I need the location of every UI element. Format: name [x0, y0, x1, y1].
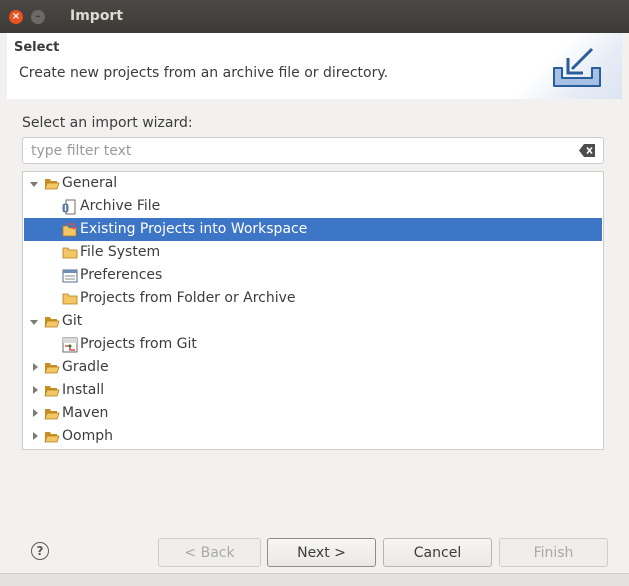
tree-item-file-system[interactable]: File System	[24, 241, 602, 264]
import-banner-icon	[553, 47, 601, 87]
archive-file-icon	[62, 199, 76, 215]
tree-item-git[interactable]: Git	[24, 310, 602, 333]
tree-item-install[interactable]: Install	[24, 379, 602, 402]
folder-open-icon	[44, 386, 60, 397]
tree-item-projects-from-folder[interactable]: Projects from Folder or Archive	[24, 287, 602, 310]
window-minimize-button[interactable]: –	[31, 10, 45, 24]
folder-open-icon	[44, 179, 60, 190]
tree-item-projects-from-git[interactable]: Projects from Git	[24, 333, 602, 356]
tree-item-label: General	[62, 175, 118, 191]
tree-item-label: Oomph	[62, 428, 113, 444]
expanded-arrow-icon[interactable]	[29, 179, 39, 189]
tree-item-label: Projects from Folder or Archive	[80, 290, 296, 306]
cancel-button[interactable]: Cancel	[383, 538, 492, 567]
folder-open-icon	[44, 317, 60, 328]
collapsed-arrow-icon[interactable]	[30, 431, 40, 441]
tree-item-archive-file[interactable]: Archive File	[24, 195, 602, 218]
tree-item-preferences[interactable]: Preferences	[24, 264, 602, 287]
finish-button[interactable]: Finish	[499, 538, 608, 567]
wizard-label: Select an import wizard:	[22, 115, 193, 131]
tree-item-gradle[interactable]: Gradle	[24, 356, 602, 379]
minimize-icon: –	[35, 11, 41, 22]
folder-open-icon	[44, 409, 60, 420]
folder-open-icon	[44, 363, 60, 374]
collapsed-arrow-icon[interactable]	[30, 408, 40, 418]
background-window-strip	[0, 573, 629, 586]
clear-filter-icon[interactable]	[579, 144, 595, 157]
close-icon: ×	[11, 11, 21, 22]
window-close-button[interactable]: ×	[9, 10, 23, 24]
header-description: Create new projects from an archive file…	[19, 65, 389, 81]
back-button[interactable]: < Back	[158, 538, 261, 567]
expanded-arrow-icon[interactable]	[29, 317, 39, 327]
header-title: Select	[14, 40, 60, 55]
tree-item-maven[interactable]: Maven	[24, 402, 602, 425]
tree-item-label: Git	[62, 313, 83, 329]
git-icon	[62, 337, 78, 353]
tree-item-label: Gradle	[62, 359, 109, 375]
title-bar: × – Import	[0, 0, 629, 33]
next-button[interactable]: Next >	[267, 538, 376, 567]
tree-item-existing-projects[interactable]: Existing Projects into Workspace	[24, 218, 602, 241]
tree-item-label: File System	[80, 244, 161, 260]
help-icon: ?	[36, 544, 44, 558]
wizard-tree[interactable]: General Archive File Existing Projects i…	[22, 171, 604, 450]
tree-item-label: Install	[62, 382, 105, 398]
folder-open-icon	[44, 432, 60, 443]
tree-item-label: Projects from Git	[80, 336, 197, 352]
collapsed-arrow-icon[interactable]	[30, 385, 40, 395]
folder-icon	[62, 247, 78, 259]
collapsed-arrow-icon[interactable]	[30, 362, 40, 372]
tree-item-label: Existing Projects into Workspace	[80, 221, 308, 237]
folder-icon	[62, 293, 78, 305]
tree-item-general[interactable]: General	[24, 172, 602, 195]
preferences-icon	[62, 269, 78, 283]
help-button[interactable]: ?	[31, 542, 49, 560]
filter-input[interactable]	[31, 142, 571, 160]
wizard-selection-panel: Select an import wizard: General Archive…	[7, 99, 622, 521]
window-title: Import	[70, 8, 124, 24]
tree-item-label: Archive File	[80, 198, 161, 214]
filter-field[interactable]	[22, 137, 604, 164]
tree-item-label: Maven	[62, 405, 109, 421]
tree-item-label: Preferences	[80, 267, 163, 283]
tree-item-oomph[interactable]: Oomph	[24, 425, 602, 448]
existing-projects-icon	[62, 223, 77, 237]
wizard-header: Select Create new projects from an archi…	[7, 33, 622, 100]
